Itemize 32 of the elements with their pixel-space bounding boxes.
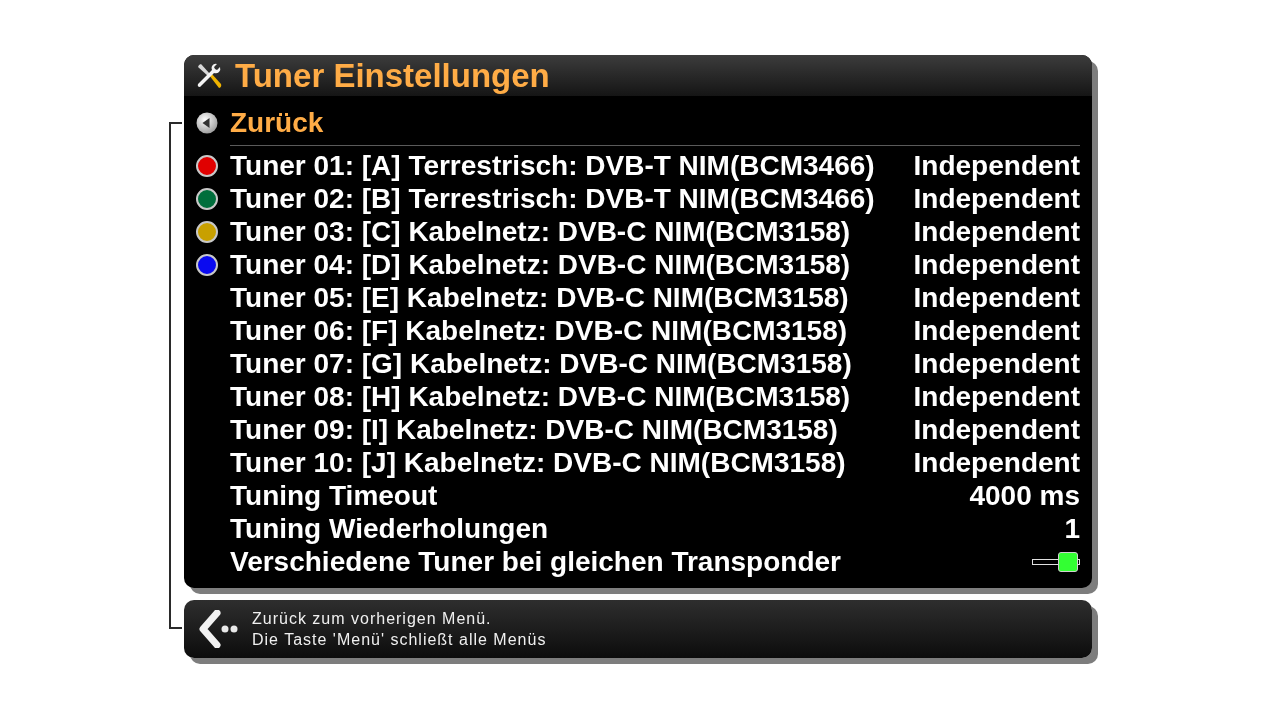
menu-item[interactable]: Tuner 01: [A] Terrestrisch: DVB-T NIM(BCM3466) — [230, 149, 875, 182]
menu-item[interactable]: Tuner 07: [G] Kabelnetz: DVB-C NIM(BCM3158) — [230, 347, 852, 380]
setting-value: Independent — [913, 380, 1080, 413]
back-icon — [198, 610, 240, 648]
menu-item[interactable]: Tuner 09: [I] Kabelnetz: DVB-C NIM(BCM3158) — [230, 413, 838, 446]
setting-value: Independent — [913, 215, 1080, 248]
help-text: Die Taste 'Menü' schließt alle Menüs — [252, 630, 547, 650]
setting-value: 1 — [1064, 512, 1080, 545]
menu-item[interactable]: Tuner 10: [J] Kabelnetz: DVB-C NIM(BCM3158) — [230, 446, 846, 479]
menu-item[interactable]: Tuner 08: [H] Kabelnetz: DVB-C NIM(BCM3158) — [230, 380, 851, 413]
menu-item[interactable]: Tuner 04: [D] Kabelnetz: DVB-C NIM(BCM3158) — [230, 248, 851, 281]
menu-item[interactable]: Tuner 03: [C] Kabelnetz: DVB-C NIM(BCM3158) — [230, 215, 851, 248]
setting-value: 4000 ms — [969, 479, 1080, 512]
setting-value: Independent — [913, 182, 1080, 215]
setting-value: Independent — [913, 149, 1080, 182]
setting-value: Independent — [913, 446, 1080, 479]
help-text: Zurück zum vorherigen Menü. — [252, 609, 493, 629]
menu-title: Tuner Einstellungen — [235, 56, 550, 96]
setting-value: Independent — [913, 248, 1080, 281]
menu-item[interactable]: Tuner 05: [E] Kabelnetz: DVB-C NIM(BCM3158) — [230, 281, 849, 314]
menu-item[interactable]: Tuner 02: [B] Terrestrisch: DVB-T NIM(BCM3466) — [230, 182, 875, 215]
tools-icon — [195, 61, 223, 90]
menu-item[interactable]: Tuning Wiederholungen — [230, 512, 549, 545]
menu-item[interactable]: Tuning Timeout — [230, 479, 438, 512]
setting-value: Independent — [913, 347, 1080, 380]
menu-item[interactable]: Tuner 06: [F] Kabelnetz: DVB-C NIM(BCM3158) — [230, 314, 848, 347]
setting-value: Independent — [913, 281, 1080, 314]
menu-item[interactable]: Zurück — [230, 106, 324, 139]
toggle-thumb[interactable] — [1058, 551, 1078, 572]
setting-value: Independent — [913, 413, 1080, 446]
setting-value: Independent — [913, 314, 1080, 347]
menu-item[interactable]: Verschiedene Tuner bei gleichen Transponder — [230, 545, 841, 578]
